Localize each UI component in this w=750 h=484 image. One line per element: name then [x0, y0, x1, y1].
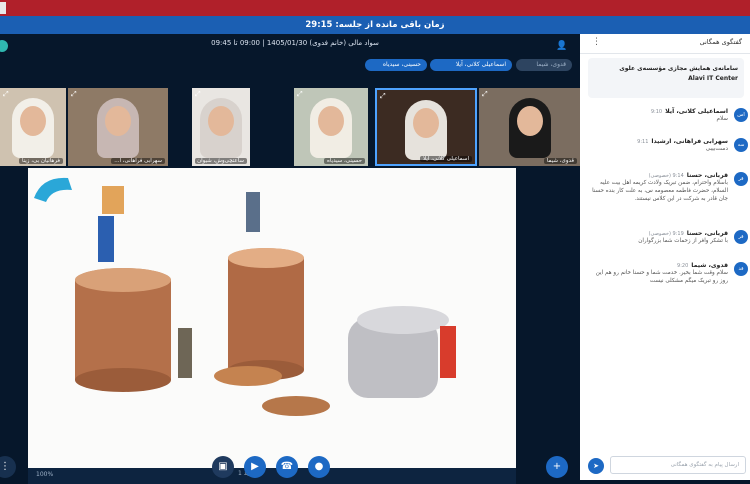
speaker-pill[interactable]: حسینی، سیدیاه	[365, 59, 427, 71]
avatar: قر	[734, 230, 748, 244]
camera-button[interactable]: ▶	[244, 456, 266, 478]
users-icon[interactable]: 👤	[556, 40, 568, 52]
microphone-button[interactable]: ●	[308, 456, 330, 478]
message-time: 9:10	[650, 109, 663, 115]
message-time: 9:19 (خصوصی)	[648, 231, 684, 237]
message-author: قربانی، حسنا9:14 (خصوصی)	[586, 172, 728, 179]
expand-icon[interactable]: ⤢	[482, 90, 488, 99]
participant-face	[105, 106, 131, 136]
message-author: قربانی، حسنا9:19 (خصوصی)	[586, 230, 728, 237]
message-author: قدوی، شیما9:20	[586, 262, 728, 269]
author-name: قربانی، حسنا	[686, 230, 728, 237]
participant-name: ساعتچی‌وش، شیوان	[194, 158, 247, 164]
message-author: سهرابی فراهانی، ارشیدا9:11	[586, 138, 728, 145]
send-icon[interactable]: ➤	[588, 458, 604, 474]
avatar: اس	[734, 108, 748, 122]
video-tile[interactable]: ⤢ ساعتچی‌وش، شیوان	[192, 88, 250, 166]
message-text: باسلام واحترام، ضمن تبریک ولادت کریمه اه…	[592, 180, 728, 202]
chat-message: قد قدوی، شیما9:20 سلام وقت شما بخیر. خدم…	[586, 262, 748, 285]
kebab-menu-icon[interactable]: ⋮	[592, 37, 601, 47]
message-time: 9:11	[637, 139, 649, 145]
participant-name: سهرابی فراهانی، ا...	[111, 158, 165, 164]
participant-name: قدوی، شیما	[543, 158, 577, 164]
expand-icon[interactable]: ⤢	[380, 92, 386, 101]
chat-message: قر قربانی، حسنا9:19 (خصوصی) با تشکر وافر…	[586, 230, 748, 245]
chat-message: سه سهرابی فراهانی، ارشیدا9:11 دست‌بیبی	[586, 138, 748, 153]
speaker-pill[interactable]: قدوی، شیما	[516, 59, 572, 71]
chat-panel: ⋮ گفتگوی همگانی سامانه‌ی همایش مجازی مؤس…	[580, 34, 750, 480]
meeting-title: سواد مالی (خانم فدوی) 1405/01/30 | 09:00…	[211, 39, 379, 47]
speaker-pills: قدوی، شیما اسماعیلی کلانی، آیلا حسینی، س…	[0, 59, 580, 73]
video-tile[interactable]: ⤢ قدوی، شیما	[479, 88, 580, 166]
chat-header: ⋮ گفتگوی همگانی	[580, 34, 750, 54]
phone-button[interactable]: ☎	[276, 456, 298, 478]
speaker-pill[interactable]: اسماعیلی کلانی، آیلا	[430, 59, 512, 71]
video-tile[interactable]: ⤢ فرهانیان بی، زینا	[0, 88, 66, 166]
session-timer: زمان باقی مانده از جلسه: 29:15	[0, 16, 750, 34]
chat-message: قر قربانی، حسنا9:14 (خصوصی) باسلام واحتر…	[586, 172, 748, 203]
main-area: 👤 سواد مالی (خانم فدوی) 1405/01/30 | 09:…	[0, 34, 580, 484]
more-options-button[interactable]: ⋮	[0, 456, 16, 478]
participant-name: اسماعیلی کلانی، آیلا	[420, 156, 472, 162]
chat-input[interactable]: ارسال پیام به گفتگوی همگانی	[610, 456, 746, 474]
video-tile[interactable]: ⤢ سهرابی فراهانی، ا...	[68, 88, 168, 166]
message-time: 9:14 (خصوصی)	[648, 173, 684, 179]
message-text: با تشکر وافر از زحمات شما بزرگواران	[638, 238, 728, 244]
participant-name: فرهانیان بی، زینا	[18, 158, 63, 164]
participant-face	[516, 106, 543, 136]
coin-stack-right	[348, 306, 449, 398]
meeting-header: 👤 سواد مالی (خانم فدوی) 1405/01/30 | 09:…	[0, 34, 580, 58]
participant-face	[318, 106, 344, 136]
media-controls: ⋮ ▣ ▶ ☎ ● +	[0, 452, 580, 480]
slide-illustration	[28, 168, 516, 468]
avatar: سه	[734, 138, 748, 152]
expand-icon[interactable]: ⤢	[71, 90, 77, 99]
welcome-message: سامانه‌ی همایش مجازی مؤسسه‌ی علوی Alavi …	[588, 58, 744, 98]
expand-icon[interactable]: ⤢	[3, 90, 9, 99]
message-author: اسماعیلی کلانی، آیلا9:10	[586, 108, 728, 115]
share-screen-button[interactable]: ▣	[212, 456, 234, 478]
participant-name: حسینی، سیدیاه	[324, 158, 365, 164]
author-name: اسماعیلی کلانی، آیلا	[665, 108, 728, 115]
add-button[interactable]: +	[546, 456, 568, 478]
coin-stack-middle	[228, 248, 304, 380]
expand-icon[interactable]: ⤢	[297, 90, 303, 99]
chat-message: اس اسماعیلی کلانی، آیلا9:10 سلام	[586, 108, 748, 123]
author-name: قربانی، حسنا	[686, 172, 728, 179]
avatar: قر	[734, 172, 748, 186]
welcome-line: Alavi IT Center	[688, 75, 738, 82]
message-time: 9:20	[677, 263, 689, 269]
top-banner	[0, 0, 750, 16]
video-tile[interactable]: ⤢ حسینی، سیدیاه	[294, 88, 368, 166]
video-thumbnails: ⤢ فرهانیان بی، زینا ⤢ سهرابی فراهانی، ا.…	[0, 88, 580, 166]
expand-icon[interactable]: ⤢	[195, 90, 201, 99]
avatar: قد	[734, 262, 748, 276]
participant-face	[413, 108, 439, 138]
app-logo-icon	[0, 40, 8, 52]
exit-button[interactable]	[0, 2, 6, 14]
session-timer-text: زمان باقی مانده از جلسه: 29:15	[305, 20, 445, 30]
author-name: سهرابی فراهانی، ارشیدا	[651, 138, 728, 145]
participant-face	[208, 106, 234, 136]
participant-face	[20, 106, 46, 136]
author-name: قدوی، شیما	[691, 262, 728, 269]
welcome-line: سامانه‌ی همایش مجازی مؤسسه‌ی علوی	[619, 65, 738, 72]
message-text: سلام	[716, 116, 729, 122]
coin-stack-left	[75, 268, 171, 392]
message-text: سلام وقت شما بخیر. خدمت شما و حسنا خانم …	[595, 270, 728, 284]
presentation-slide[interactable]	[28, 168, 516, 468]
message-text: دست‌بیبی	[705, 146, 728, 152]
video-tile-active[interactable]: ⤢ اسماعیلی کلانی، آیلا	[375, 88, 477, 166]
chat-title: گفتگوی همگانی	[699, 38, 742, 46]
